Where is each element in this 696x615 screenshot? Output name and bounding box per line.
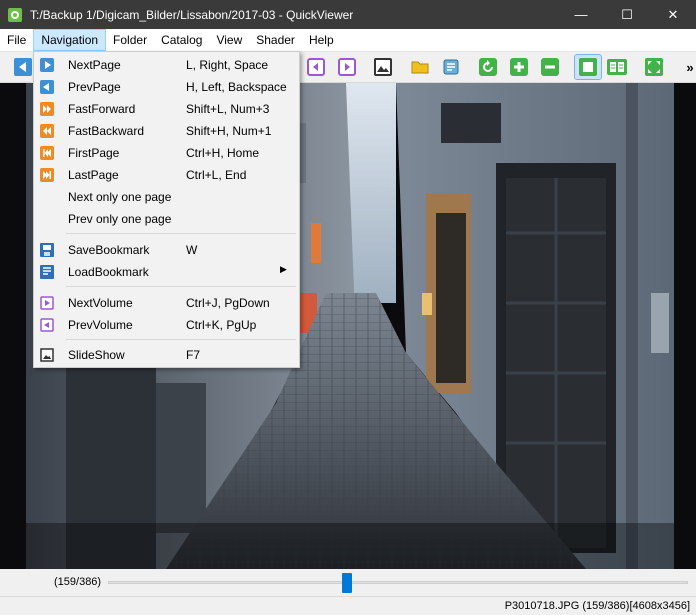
- menu-item-shortcut: Shift+L, Num+3: [186, 102, 270, 116]
- rotate-icon: [479, 58, 497, 76]
- menu-item-prev-page[interactable]: PrevPage H, Left, Backspace: [34, 76, 299, 98]
- menu-item-prev-only-one-page[interactable]: Prev only one page: [34, 208, 299, 230]
- menu-item-label: LastPage: [68, 168, 119, 182]
- toolbar-overflow-glyph: »: [686, 59, 694, 75]
- window-title: T:/Backup 1/Digicam_Bilder/Lissabon/2017…: [30, 7, 354, 22]
- slideshow-icon: [40, 348, 54, 362]
- menu-view[interactable]: View: [209, 29, 249, 51]
- fit-window-icon: [579, 58, 597, 76]
- menu-item-shortcut: Ctrl+H, Home: [186, 146, 260, 160]
- maximize-button[interactable]: ☐: [604, 0, 650, 29]
- menu-item-first-page[interactable]: FirstPage Ctrl+H, Home: [34, 142, 299, 164]
- fullscreen-icon: [645, 58, 663, 76]
- menu-file[interactable]: File: [0, 29, 33, 51]
- prev-page-icon: [14, 58, 32, 76]
- prev-page-icon: [40, 80, 54, 94]
- toolbar-overflow-button[interactable]: »: [684, 56, 696, 78]
- menu-item-fast-backward[interactable]: FastBackward Shift+H, Num+1: [34, 120, 299, 142]
- next-volume-icon: [40, 296, 54, 310]
- menu-item-save-bookmark[interactable]: SaveBookmark W: [34, 239, 299, 261]
- fast-forward-icon: [40, 102, 54, 116]
- menu-item-shortcut: H, Left, Backspace: [186, 80, 287, 94]
- zoom-in-icon: [510, 58, 528, 76]
- minimize-button[interactable]: —: [558, 0, 604, 29]
- toolbar-fit-window-button[interactable]: [574, 54, 602, 80]
- menu-item-label: PrevPage: [68, 80, 121, 94]
- toolbar-open-folder-button[interactable]: [409, 56, 431, 78]
- menu-item-next-volume[interactable]: NextVolume Ctrl+J, PgDown: [34, 292, 299, 314]
- slideshow-icon: [374, 58, 392, 76]
- menu-item-next-only-one-page[interactable]: Next only one page: [34, 186, 299, 208]
- menu-item-load-bookmark[interactable]: LoadBookmark ▶: [34, 261, 299, 283]
- menu-item-shortcut: W: [186, 243, 198, 257]
- menu-item-next-page[interactable]: NextPage L, Right, Space: [34, 54, 299, 76]
- menu-shader[interactable]: Shader: [249, 29, 302, 51]
- toolbar-zoom-out-button[interactable]: [539, 56, 561, 78]
- menu-item-shortcut: Ctrl+K, PgUp: [186, 318, 257, 332]
- menu-item-label: NextVolume: [68, 296, 133, 310]
- prev-volume-icon: [307, 58, 325, 76]
- toolbar-prev-page-button[interactable]: [12, 56, 34, 78]
- menu-help[interactable]: Help: [302, 29, 341, 51]
- fast-backward-icon: [40, 124, 54, 138]
- catalog-icon: [443, 59, 459, 75]
- menu-item-shortcut: Shift+H, Num+1: [186, 124, 272, 138]
- close-button[interactable]: ✕: [650, 0, 696, 29]
- toolbar-dual-view-button[interactable]: [606, 56, 628, 78]
- menu-item-label: PrevVolume: [68, 318, 133, 332]
- submenu-arrow-icon: ▶: [280, 264, 287, 274]
- menu-separator: [66, 339, 296, 340]
- menu-item-label: FastBackward: [68, 124, 145, 138]
- quickviewer-window: T:/Backup 1/Digicam_Bilder/Lissabon/2017…: [0, 0, 696, 615]
- toolbar-fullscreen-button[interactable]: [643, 56, 665, 78]
- app-logo-icon: [8, 7, 22, 22]
- navigation-menu: NextPage L, Right, Space PrevPage H, Lef…: [33, 51, 300, 368]
- toolbar-zoom-in-button[interactable]: [508, 56, 530, 78]
- next-volume-icon: [338, 58, 356, 76]
- menu-item-last-page[interactable]: LastPage Ctrl+L, End: [34, 164, 299, 186]
- menu-item-prev-volume[interactable]: PrevVolume Ctrl+K, PgUp: [34, 314, 299, 336]
- menu-item-slideshow[interactable]: SlideShow F7: [34, 344, 299, 366]
- open-folder-icon: [411, 61, 429, 74]
- next-page-icon: [40, 58, 54, 72]
- menu-item-label: Next only one page: [68, 190, 172, 204]
- page-slider-track[interactable]: [108, 581, 688, 584]
- status-file-info: P3010718.JPG (159/386)[4608x3456]: [504, 600, 690, 612]
- title-bar: T:/Backup 1/Digicam_Bilder/Lissabon/2017…: [0, 0, 696, 29]
- menu-item-shortcut: F7: [186, 348, 201, 362]
- prev-volume-icon: [40, 318, 54, 332]
- page-slider-thumb[interactable]: [342, 573, 352, 593]
- dual-view-icon: [607, 59, 627, 75]
- load-bookmark-icon: [40, 265, 54, 279]
- toolbar-next-volume-button[interactable]: [336, 56, 358, 78]
- menu-item-label: FirstPage: [68, 146, 120, 160]
- menu-navigation[interactable]: Navigation: [33, 29, 107, 51]
- menu-item-label: NextPage: [68, 58, 121, 72]
- menu-item-fast-forward[interactable]: FastForward Shift+L, Num+3: [34, 98, 299, 120]
- toolbar-rotate-button[interactable]: [477, 56, 499, 78]
- toolbar-prev-volume-button[interactable]: [305, 56, 327, 78]
- menu-separator: [66, 233, 296, 234]
- menu-item-label: FastForward: [68, 102, 136, 116]
- last-page-icon: [40, 168, 54, 182]
- menu-separator: [66, 286, 296, 287]
- menu-item-shortcut: L, Right, Space: [186, 58, 269, 72]
- menu-item-shortcut: Ctrl+L, End: [186, 168, 247, 182]
- menu-item-label: Prev only one page: [68, 212, 172, 226]
- menu-bar: File Navigation Folder Catalog View Shad…: [0, 29, 696, 52]
- first-page-icon: [40, 146, 54, 160]
- menu-item-shortcut: Ctrl+J, PgDown: [186, 296, 270, 310]
- menu-item-label: SaveBookmark: [68, 243, 150, 257]
- toolbar-catalog-button[interactable]: [440, 56, 462, 78]
- menu-catalog[interactable]: Catalog: [154, 29, 209, 51]
- zoom-out-icon: [541, 58, 559, 76]
- menu-folder[interactable]: Folder: [106, 29, 154, 51]
- page-count-label: (159/386): [54, 576, 102, 588]
- menu-item-label: SlideShow: [68, 348, 125, 362]
- save-bookmark-icon: [40, 243, 54, 257]
- menu-item-label: LoadBookmark: [68, 265, 149, 279]
- toolbar-slideshow-button[interactable]: [372, 56, 394, 78]
- status-bar: P3010718.JPG (159/386)[4608x3456]: [0, 596, 696, 615]
